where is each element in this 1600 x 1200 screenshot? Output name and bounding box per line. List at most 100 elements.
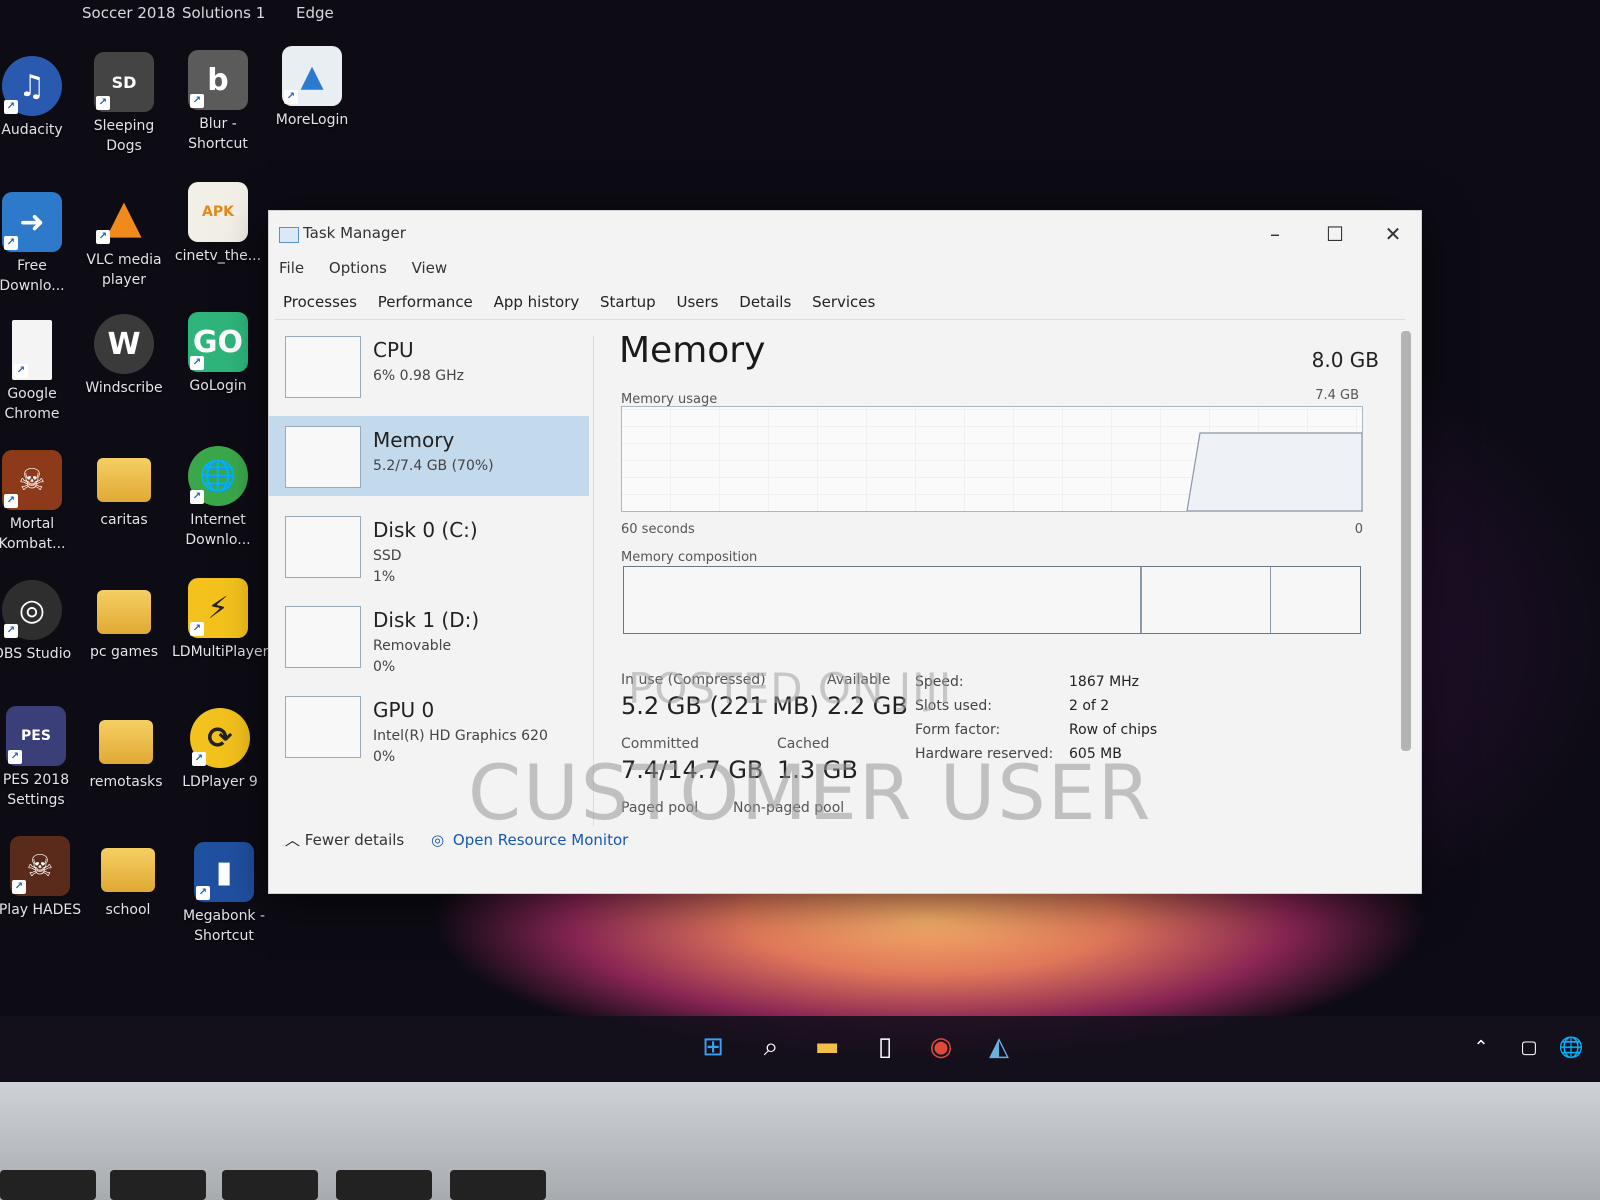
desktop-label-solutions[interactable]: Solutions 1 [182, 4, 265, 22]
menu-view[interactable]: View [412, 259, 448, 277]
pes-icon: PES ↗ [6, 706, 66, 766]
panel-title: Memory [619, 330, 766, 371]
usage-label: Memory usage [621, 392, 718, 407]
desktop-icon-school[interactable]: school [82, 836, 174, 920]
sidebar-item-disk0[interactable]: Disk 0 (C:) SSD 1% [269, 506, 589, 586]
memory-thumbnail-graph [285, 426, 361, 488]
title-bar[interactable]: Task Manager – ☐ ✕ [269, 211, 1421, 257]
total-memory: 8.0 GB [1311, 348, 1379, 372]
desktop-icon-free-download[interactable]: ➜ ↗ Free Downlo... [0, 192, 78, 296]
desktop-label-soccer[interactable]: Soccer 2018 [82, 4, 176, 22]
desktop-icon-blur[interactable]: b ↗ Blur - Shortcut [172, 50, 264, 154]
task-manager-icon[interactable]: ◭ [980, 1028, 1018, 1066]
taskbar: ⊞ ⌕ ▬ ▯ ◉ ◭ ⌃ ▢ 🌐 [0, 1016, 1600, 1080]
watermark-line2: CUSTOMER USER [468, 748, 1153, 837]
usage-max: 7.4 GB [1315, 388, 1359, 403]
desktop-icon-pes-settings[interactable]: PES ↗ PES 2018 Settings [0, 706, 82, 810]
sidebar-item-memory[interactable]: Memory 5.2/7.4 GB (70%) [269, 416, 589, 496]
gpu-thumbnail-graph [285, 696, 361, 758]
vlc-icon: ▲ ↗ [94, 186, 154, 246]
time-label: 60 seconds [621, 522, 695, 537]
folder-icon [98, 836, 158, 896]
internet-download-icon: 🌐 ↗ [188, 446, 248, 506]
audacity-icon: ♫ ↗ [2, 56, 62, 116]
desktop-icon-obs[interactable]: ◎ ↗ OBS Studio [0, 580, 78, 664]
minimize-button[interactable]: – [1253, 217, 1297, 251]
disk0-thumbnail-graph [285, 516, 361, 578]
desktop-icon-gologin[interactable]: GO ↗ GoLogin [172, 312, 264, 396]
file-explorer-icon[interactable]: ▬ [808, 1028, 846, 1066]
apk-icon: APK [188, 182, 248, 242]
desktop-icon-morelogin[interactable]: ▲ ↗ MoreLogin [266, 46, 358, 130]
keyboard-key [0, 1170, 96, 1200]
obs-icon: ◎ ↗ [2, 580, 62, 640]
sleeping-dogs-icon: SD ↗ [94, 52, 154, 112]
tab-app-history[interactable]: App history [486, 289, 588, 315]
keyboard-key [222, 1170, 318, 1200]
desktop-label-edge[interactable]: Edge [296, 4, 334, 22]
performance-sidebar: CPU 6% 0.98 GHz Memory 5.2/7.4 GB (70%) … [269, 326, 589, 776]
display-icon[interactable]: ▢ [1510, 1028, 1548, 1066]
morelogin-icon: ▲ ↗ [282, 46, 342, 106]
usage-graph-area [1186, 432, 1362, 511]
blur-icon: b ↗ [188, 50, 248, 110]
chevron-up-icon[interactable]: ︿ [285, 831, 300, 849]
search-icon[interactable]: ⌕ [752, 1028, 790, 1066]
close-button[interactable]: ✕ [1371, 217, 1415, 251]
desktop-icon-audacity[interactable]: ♫ ↗ Audacity [0, 56, 78, 140]
tab-details[interactable]: Details [731, 289, 799, 315]
watermark-line1: POSTED ON JIJI [628, 664, 953, 713]
desktop-icon-ldmultiplayer[interactable]: ⚡ ↗ LDMultiPlayer [172, 578, 268, 662]
gologin-icon: GO ↗ [188, 312, 248, 372]
panel-scrollbar[interactable] [1401, 331, 1411, 751]
desktop-icon-google-chrome[interactable]: ↗ Google Chrome [0, 320, 78, 424]
desktop-icon-play-hades[interactable]: ☠ ↗ Play HADES [0, 836, 86, 920]
composition-in-use-divider [1140, 567, 1142, 633]
keyboard-key [336, 1170, 432, 1200]
desktop-icon-caritas[interactable]: caritas [78, 446, 170, 530]
hades-icon: ☠ ↗ [10, 836, 70, 896]
maximize-button[interactable]: ☐ [1313, 217, 1357, 251]
desktop-icon-internet-download[interactable]: 🌐 ↗ Internet Downlo... [172, 446, 264, 550]
desktop-icon-ldplayer[interactable]: ⟳ ↗ LDPlayer 9 [174, 708, 266, 792]
tab-processes[interactable]: Processes [275, 289, 365, 315]
composition-standby-divider [1270, 567, 1271, 633]
desktop-icon-cinetv[interactable]: APK cinetv_the... [172, 182, 264, 266]
sidebar-item-cpu[interactable]: CPU 6% 0.98 GHz [269, 326, 589, 406]
tab-performance[interactable]: Performance [370, 289, 481, 315]
notes-icon[interactable]: ▯ [866, 1028, 904, 1066]
windows-start-icon[interactable]: ⊞ [694, 1028, 732, 1066]
ldmultiplayer-icon: ⚡ ↗ [188, 578, 248, 638]
memory-composition-bar [623, 566, 1361, 634]
disk1-thumbnail-graph [285, 606, 361, 668]
form-factor-value: Row of chips [1069, 722, 1158, 738]
desktop-icon-remotasks[interactable]: remotasks [80, 708, 172, 792]
keyboard-key [110, 1170, 206, 1200]
chrome-icon[interactable]: ◉ [922, 1028, 960, 1066]
desktop-icon-pc-games[interactable]: pc games [78, 578, 170, 662]
menu-options[interactable]: Options [329, 259, 387, 277]
form-factor-label: Form factor: [915, 722, 1001, 738]
tab-startup[interactable]: Startup [592, 289, 664, 315]
folder-icon [96, 708, 156, 768]
composition-label: Memory composition [621, 550, 758, 565]
mortal-kombat-icon: ☠ ↗ [2, 450, 62, 510]
desktop-icon-mortal-kombat[interactable]: ☠ ↗ Mortal Kombat... [0, 450, 78, 554]
time-end-label: 0 [1354, 522, 1363, 537]
network-icon[interactable]: 🌐 [1552, 1028, 1590, 1066]
chevron-up-icon[interactable]: ⌃ [1462, 1028, 1500, 1066]
desktop-icon-sleeping-dogs[interactable]: SD ↗ Sleeping Dogs [78, 52, 170, 156]
desktop-icon-vlc[interactable]: ▲ ↗ VLC media player [78, 186, 170, 290]
megabonk-icon: ▮ ↗ [194, 842, 254, 902]
tab-users[interactable]: Users [668, 289, 726, 315]
menu-file[interactable]: File [279, 259, 304, 277]
memory-usage-graph [621, 406, 1363, 512]
desktop-icon-megabonk[interactable]: ▮ ↗ Megabonk - Shortcut [178, 842, 270, 946]
sidebar-item-disk1[interactable]: Disk 1 (D:) Removable 0% [269, 596, 589, 676]
speed-value: 1867 MHz [1069, 674, 1140, 690]
tab-services[interactable]: Services [804, 289, 883, 315]
fewer-details-button[interactable]: Fewer details [305, 831, 404, 849]
folder-icon [94, 578, 154, 638]
cpu-thumbnail-graph [285, 336, 361, 398]
desktop-icon-windscribe[interactable]: W Windscribe [78, 314, 170, 398]
